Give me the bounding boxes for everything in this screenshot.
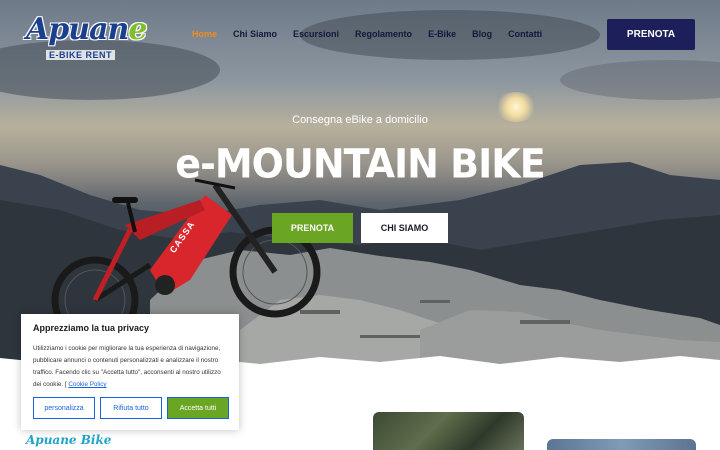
nav-ebike[interactable]: E-Bike bbox=[428, 29, 456, 39]
nav-blog[interactable]: Blog bbox=[472, 29, 492, 39]
cookie-reject-button[interactable]: Rifiuta tutto bbox=[100, 397, 162, 419]
cookie-text: Utilizziamo i cookie per migliorare la t… bbox=[33, 345, 221, 388]
nav-escursioni[interactable]: Escursioni bbox=[293, 29, 339, 39]
cookie-policy-link[interactable]: Cookie Policy bbox=[68, 381, 106, 388]
cookie-banner: Apprezziamo la tua privacy Utilizziamo i… bbox=[21, 314, 239, 430]
saddle bbox=[112, 197, 138, 203]
hero-headline: e-MOUNTAIN BIKE bbox=[175, 140, 545, 188]
hero-chi-siamo-button[interactable]: CHI SIAMO bbox=[361, 213, 448, 243]
nav-home[interactable]: Home bbox=[192, 29, 217, 39]
nav-contatti[interactable]: Contatti bbox=[508, 29, 542, 39]
site-logo[interactable]: Apuane E-BIKE RENT bbox=[24, 8, 147, 64]
nav-chi-siamo[interactable]: Chi Siamo bbox=[233, 29, 277, 39]
motor bbox=[155, 275, 175, 295]
cookie-title: Apprezziamo la tua privacy bbox=[33, 323, 150, 333]
cookie-accept-button[interactable]: Accetta tutti bbox=[167, 397, 229, 419]
header-prenota-button[interactable]: PRENOTA bbox=[607, 19, 695, 50]
nav-regolamento[interactable]: Regolamento bbox=[355, 29, 412, 39]
gallery-image[interactable] bbox=[373, 412, 524, 450]
logo-wordmark: Apuane bbox=[26, 12, 147, 47]
main-nav: Home Chi Siamo Escursioni Regolamento E-… bbox=[192, 29, 558, 39]
cookie-customize-button[interactable]: personalizza bbox=[33, 397, 95, 419]
gallery-image[interactable] bbox=[547, 439, 696, 450]
hero-prenota-button[interactable]: PRENOTA bbox=[272, 213, 353, 243]
logo-subtitle: E-BIKE RENT bbox=[46, 50, 116, 60]
section-title: Apuane Bike bbox=[26, 433, 112, 447]
hero-tagline: Consegna eBike a domicilio bbox=[292, 114, 428, 126]
cookie-actions: personalizza Rifiuta tutto Accetta tutti bbox=[33, 397, 229, 419]
